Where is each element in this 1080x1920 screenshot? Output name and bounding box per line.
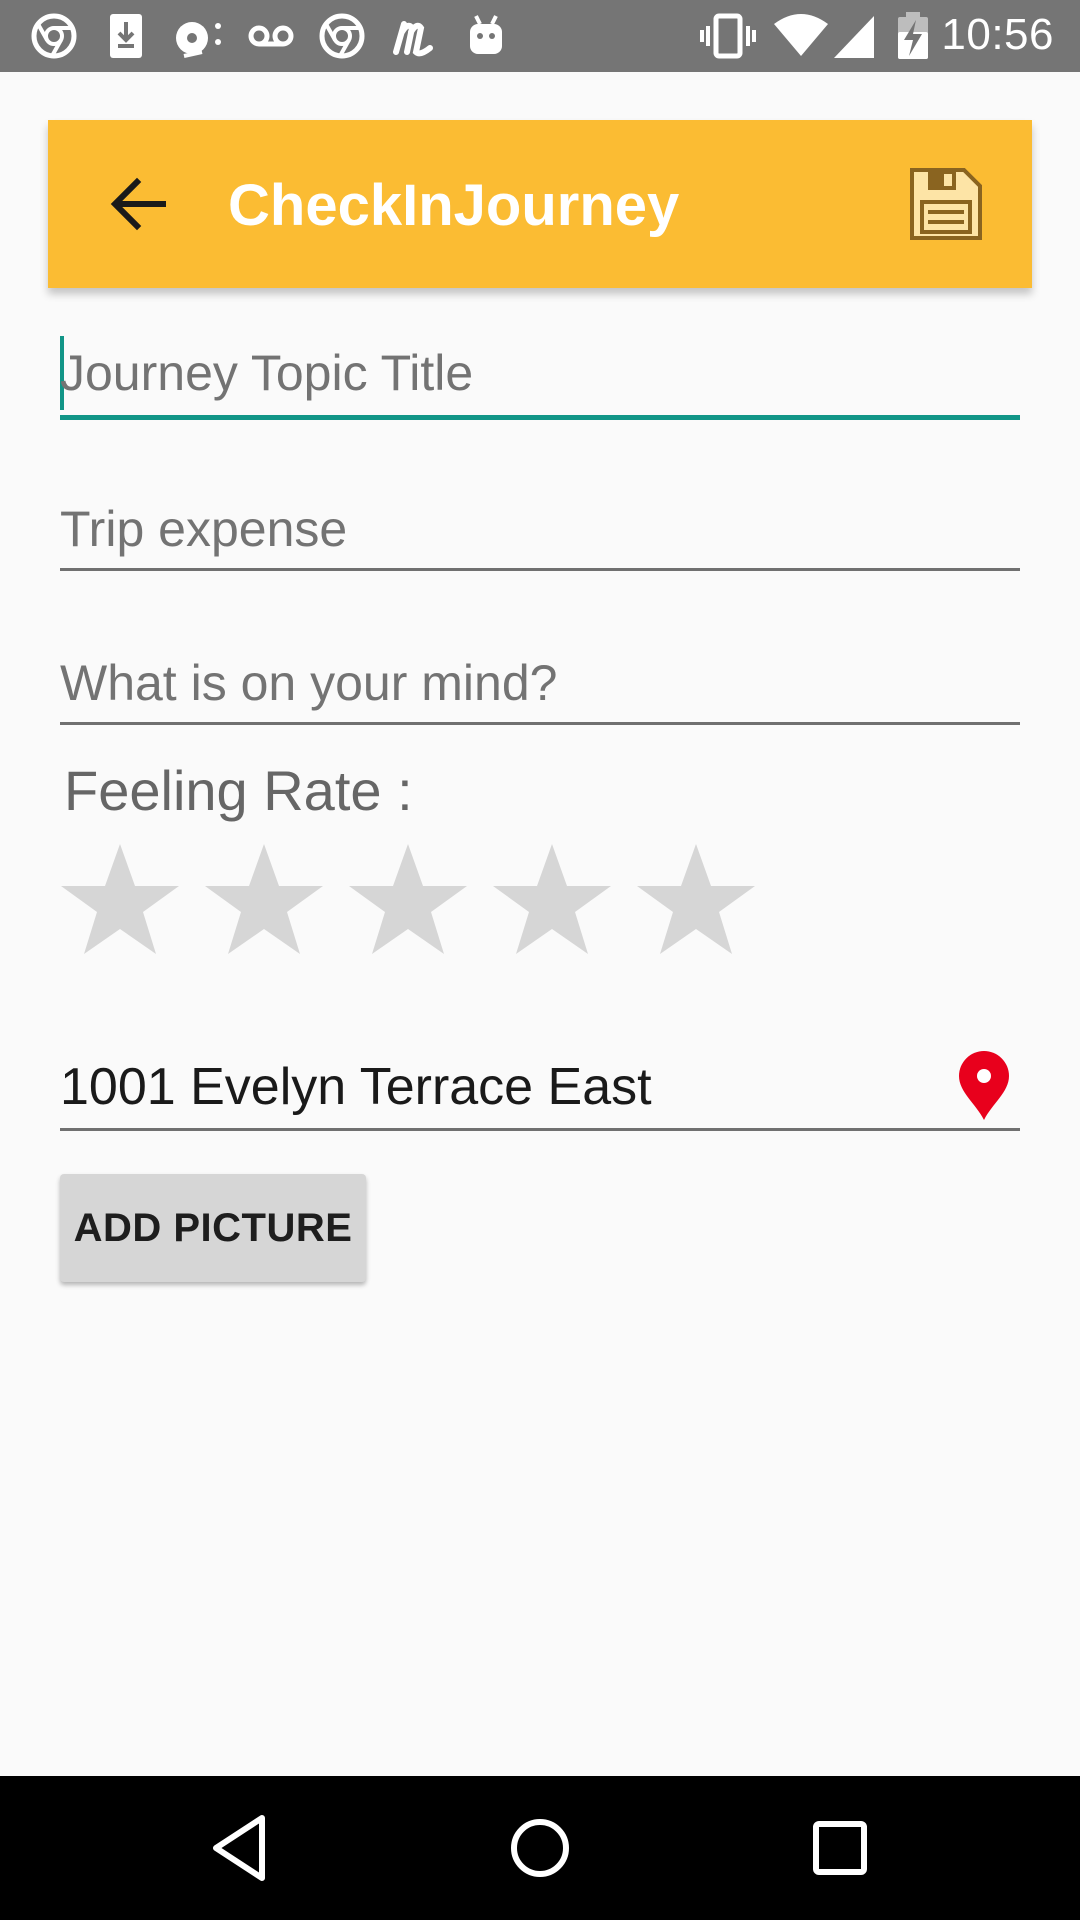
wifi-icon — [774, 14, 828, 56]
media-icon — [176, 22, 221, 58]
cell-signal-icon — [834, 16, 874, 58]
m-app-icon — [393, 21, 433, 57]
navigation-bar — [0, 1776, 1080, 1920]
journey-title-field[interactable]: Journey Topic Title — [60, 330, 1020, 422]
location-field[interactable]: 1001 Evelyn Terrace East — [60, 1057, 652, 1117]
vibrate-icon — [700, 13, 756, 59]
map-pin-icon[interactable] — [956, 1050, 1012, 1122]
arrow-back-icon[interactable] — [103, 169, 173, 239]
star-icon[interactable] — [346, 840, 470, 960]
star-icon[interactable] — [490, 840, 614, 960]
trip-expense-placeholder: Trip expense — [60, 501, 348, 557]
chrome-icon — [31, 13, 77, 59]
trip-expense-underline — [60, 568, 1020, 571]
battery-charging-icon — [898, 12, 928, 59]
status-bar: 10:56 — [0, 0, 1080, 72]
android-icon — [470, 15, 502, 54]
star-icon[interactable] — [58, 840, 182, 960]
mind-field[interactable]: What is on your mind? — [60, 644, 1020, 728]
square-recents-icon[interactable] — [800, 1808, 880, 1888]
star-icon[interactable] — [634, 840, 758, 960]
app-title: CheckInJourney — [228, 173, 680, 238]
journey-title-placeholder: Journey Topic Title — [60, 345, 474, 401]
floppy-disk-icon[interactable] — [908, 166, 984, 242]
status-time: 10:56 — [941, 10, 1054, 59]
add-picture-button[interactable]: ADD PICTURE — [60, 1174, 366, 1282]
rating-bar[interactable] — [58, 840, 778, 960]
triangle-back-icon[interactable] — [200, 1808, 280, 1888]
circle-home-icon[interactable] — [500, 1808, 580, 1888]
feeling-rate-label: Feeling Rate : — [64, 759, 413, 822]
app-bar: CheckInJourney — [48, 120, 1032, 288]
chrome-icon — [319, 13, 365, 59]
journey-title-underline — [60, 415, 1020, 420]
download-icon — [110, 14, 142, 58]
mind-underline — [60, 722, 1020, 725]
location-underline — [60, 1128, 1020, 1131]
mind-placeholder: What is on your mind? — [60, 655, 558, 711]
voicemail-icon — [248, 25, 294, 47]
star-icon[interactable] — [202, 840, 326, 960]
trip-expense-field[interactable]: Trip expense — [60, 490, 1020, 574]
